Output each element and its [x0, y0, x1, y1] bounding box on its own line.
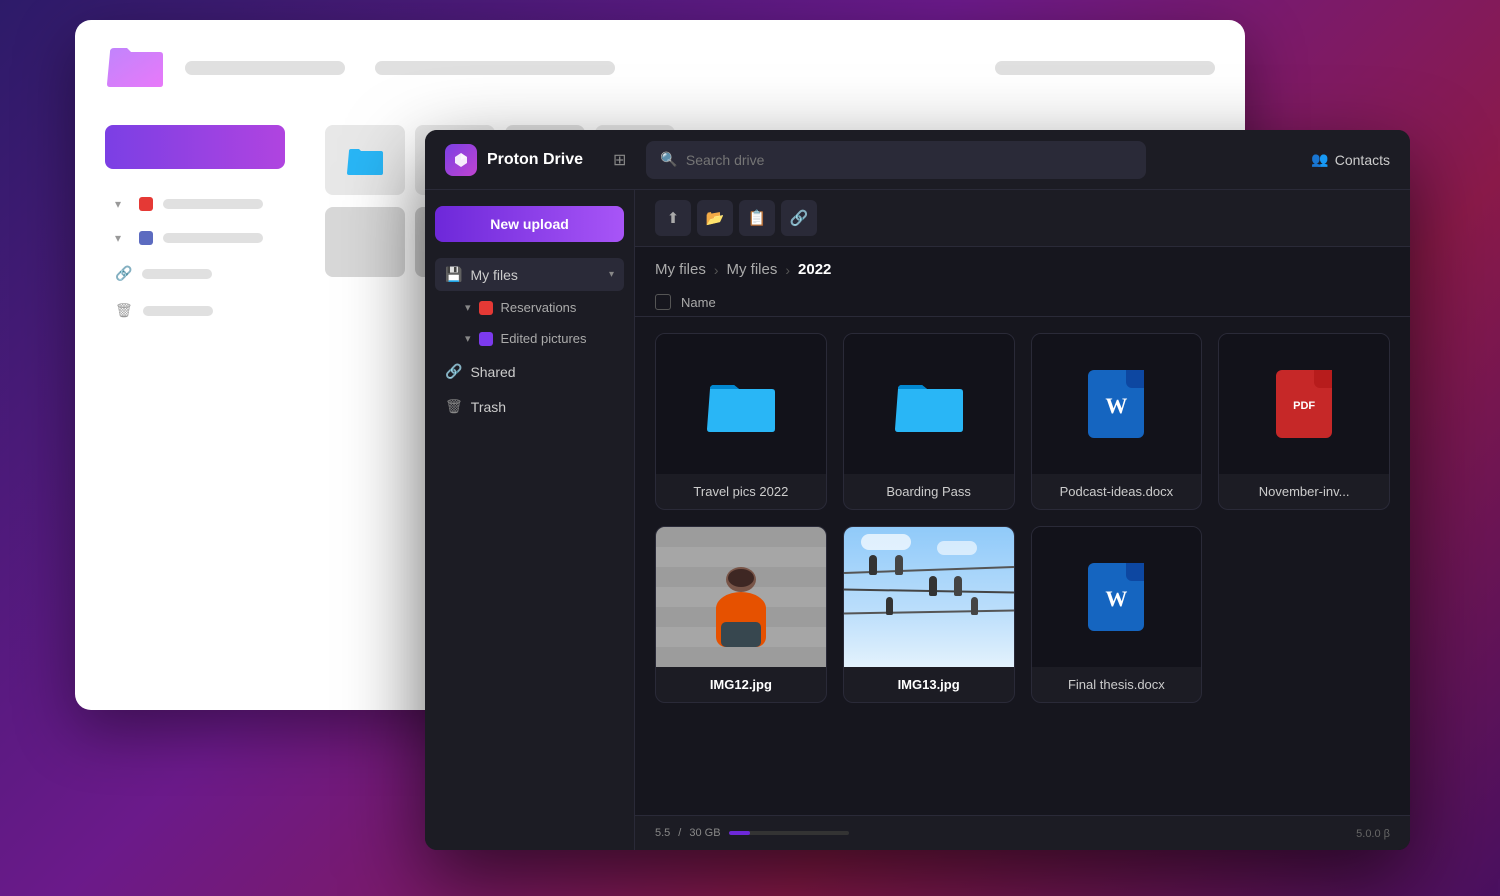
- bg-nav-item-2: ▾: [105, 223, 305, 253]
- word-icon-thesis: W: [1088, 563, 1144, 631]
- pdf-icon-november: PDF: [1276, 370, 1332, 438]
- trash-icon: 🗑: [445, 398, 463, 415]
- bg-search-right: [995, 61, 1215, 75]
- sidebar-item-editedpictures[interactable]: ▾ Edited pictures: [435, 324, 624, 353]
- file-card-boarding-pass[interactable]: Boarding Pass: [843, 333, 1015, 510]
- name-column-header: Name: [681, 295, 716, 310]
- app-logo: [445, 144, 477, 176]
- bg-search-bar2: [375, 61, 615, 75]
- file-name-boarding-pass: Boarding Pass: [844, 474, 1014, 509]
- reservations-label: Reservations: [501, 300, 577, 315]
- file-card-podcast[interactable]: W Podcast-ideas.docx: [1031, 333, 1203, 510]
- file-thumb-boarding-pass: [844, 334, 1014, 474]
- main-content: ⬆ 📂 📋 🔗 My files › My files › 2022: [635, 190, 1410, 850]
- file-name-podcast: Podcast-ideas.docx: [1032, 474, 1202, 509]
- file-thumb-img13: [844, 527, 1014, 667]
- breadcrumb-current: 2022: [798, 261, 831, 278]
- bg-nav-item-4: 🗑: [105, 294, 305, 327]
- breadcrumb-sep-1: ›: [714, 262, 719, 278]
- app-body: New upload 💾 My files ▾ ▾ Reservations ▾: [425, 190, 1410, 850]
- new-folder-button[interactable]: 📋: [739, 200, 775, 236]
- column-header: Name: [635, 288, 1410, 317]
- storage-info: 5.5 / 30 GB: [655, 827, 849, 839]
- file-name-img12: IMG12.jpg: [656, 667, 826, 702]
- sidebar-item-myfiles[interactable]: 💾 My files ▾: [435, 258, 624, 291]
- shared-label: Shared: [470, 364, 614, 380]
- contacts-button[interactable]: 👥 Contacts: [1311, 151, 1390, 168]
- upload-file-icon: ⬆: [667, 209, 680, 227]
- file-card-img13[interactable]: IMG13.jpg: [843, 526, 1015, 703]
- file-name-travel-pics: Travel pics 2022: [656, 474, 826, 509]
- file-thumb-november: PDF: [1219, 334, 1389, 474]
- search-icon: 🔍: [660, 151, 677, 168]
- breadcrumb: My files › My files › 2022: [635, 247, 1410, 288]
- breadcrumb-myfiles-1[interactable]: My files: [655, 261, 706, 278]
- contacts-label: Contacts: [1335, 152, 1390, 168]
- file-card-travel-pics[interactable]: Travel pics 2022: [655, 333, 827, 510]
- storage-fill: [729, 831, 751, 835]
- upload-folder-button[interactable]: 📂: [697, 200, 733, 236]
- expand-reservations-icon: ▾: [465, 301, 471, 314]
- myfiles-chevron: ▾: [609, 269, 614, 280]
- new-folder-icon: 📋: [748, 209, 767, 227]
- storage-separator: /: [678, 827, 681, 839]
- status-bar: 5.5 / 30 GB 5.0.0 β: [635, 815, 1410, 850]
- proton-drive-window: Proton Drive ⊞ 🔍 👥 Contacts New upload 💾…: [425, 130, 1410, 850]
- upload-file-button[interactable]: ⬆: [655, 200, 691, 236]
- file-name-final-thesis: Final thesis.docx: [1032, 667, 1202, 702]
- file-name-november: November-inv...: [1219, 474, 1389, 509]
- app-name: Proton Drive: [487, 151, 583, 169]
- header-right: 👥 Contacts: [1311, 151, 1390, 168]
- file-thumb-travel-pics: [656, 334, 826, 474]
- sidebar-item-reservations[interactable]: ▾ Reservations: [435, 293, 624, 322]
- storage-total: 30 GB: [689, 827, 720, 839]
- sidebar-item-trash[interactable]: 🗑 Trash: [435, 390, 624, 423]
- file-thumb-img12: [656, 527, 826, 667]
- bg-search-bar: [185, 61, 345, 75]
- file-card-img12[interactable]: IMG12.jpg: [655, 526, 827, 703]
- search-input[interactable]: [686, 152, 1133, 168]
- storage-progress-bar: [729, 831, 849, 835]
- new-upload-button[interactable]: New upload: [435, 206, 624, 242]
- shared-icon: 🔗: [445, 363, 462, 380]
- storage-used: 5.5: [655, 827, 670, 839]
- upload-folder-icon: 📂: [706, 209, 725, 227]
- bg-nav-item-1: ▾: [105, 189, 305, 219]
- trash-label: Trash: [471, 399, 614, 415]
- myfiles-label: My files: [470, 267, 601, 283]
- breadcrumb-myfiles-2[interactable]: My files: [727, 261, 778, 278]
- sidebar: New upload 💾 My files ▾ ▾ Reservations ▾: [425, 190, 635, 850]
- bg-folder-icon: [105, 40, 165, 95]
- word-icon-podcast: W: [1088, 370, 1144, 438]
- link-icon: 🔗: [790, 209, 809, 227]
- logo-area: Proton Drive: [445, 144, 583, 176]
- file-name-img13: IMG13.jpg: [844, 667, 1014, 702]
- version-label: 5.0.0 β: [1356, 824, 1390, 842]
- file-thumb-podcast: W: [1032, 334, 1202, 474]
- toolbar: ⬆ 📂 📋 🔗: [635, 190, 1410, 247]
- breadcrumb-sep-2: ›: [785, 262, 790, 278]
- editedpictures-folder-dot: [479, 332, 493, 346]
- sidebar-item-shared[interactable]: 🔗 Shared: [435, 355, 624, 388]
- editedpictures-label: Edited pictures: [501, 331, 587, 346]
- bg-nav-item-3: 🔗: [105, 257, 305, 290]
- reservations-folder-dot: [479, 301, 493, 315]
- hard-drive-icon: 💾: [445, 266, 462, 283]
- file-card-november[interactable]: PDF November-inv...: [1218, 333, 1390, 510]
- bg-upload-button: [105, 125, 285, 169]
- app-header: Proton Drive ⊞ 🔍 👥 Contacts: [425, 130, 1410, 190]
- contacts-icon: 👥: [1311, 151, 1328, 168]
- get-link-button[interactable]: 🔗: [781, 200, 817, 236]
- nav-section: 💾 My files ▾ ▾ Reservations ▾ Edited pic…: [435, 258, 624, 423]
- file-thumb-final-thesis: W: [1032, 527, 1202, 667]
- expand-editedpictures-icon: ▾: [465, 332, 471, 345]
- file-card-final-thesis[interactable]: W Final thesis.docx: [1031, 526, 1203, 703]
- select-all-checkbox[interactable]: [655, 294, 671, 310]
- files-grid: Travel pics 2022 Boarding Pass: [635, 317, 1410, 815]
- search-bar[interactable]: 🔍: [646, 141, 1146, 179]
- grid-menu-icon[interactable]: ⊞: [613, 150, 626, 170]
